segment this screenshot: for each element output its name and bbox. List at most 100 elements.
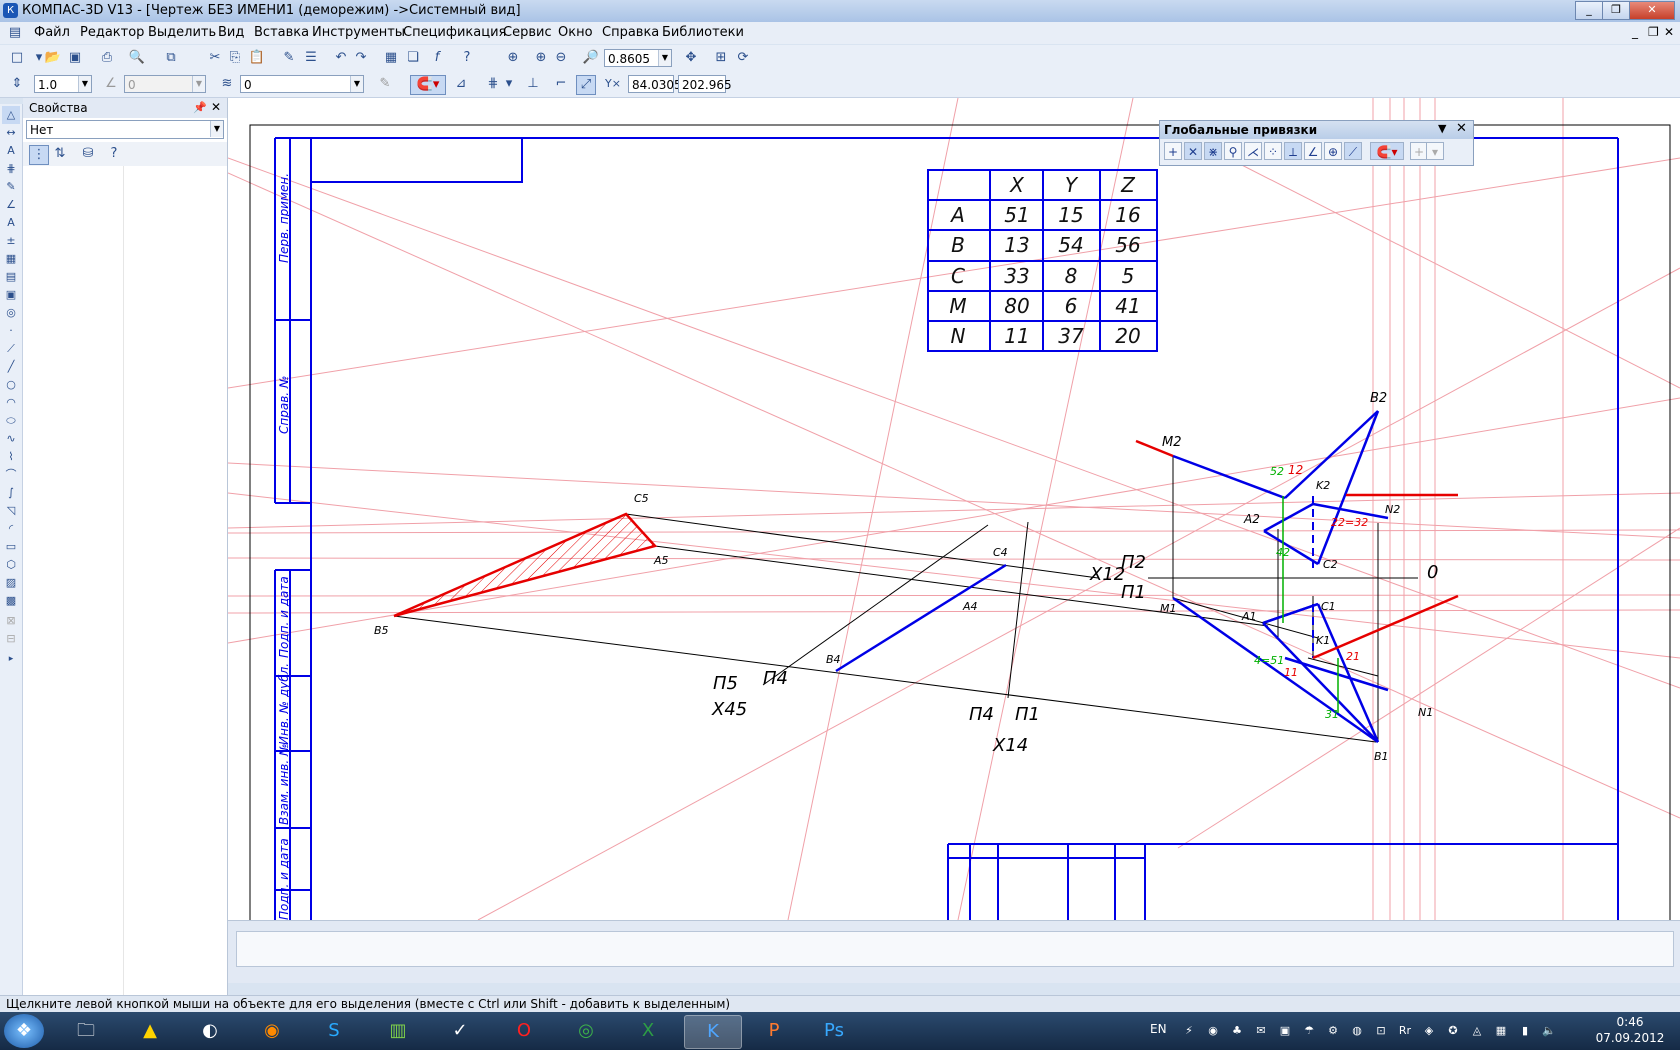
tray-icon[interactable]: ▦ — [1494, 1024, 1508, 1038]
filter-icon[interactable]: ⛁ — [79, 145, 97, 163]
menu-select[interactable]: Выделить — [148, 25, 216, 40]
insert-icon[interactable]: ▣ — [2, 286, 20, 304]
snap-magnet-icon[interactable]: 🧲▾ — [1370, 142, 1404, 160]
aux-line-icon[interactable]: ⟋ — [2, 340, 20, 358]
selection-icon[interactable]: A — [2, 214, 20, 232]
close-icon[interactable]: ✕ — [1456, 121, 1467, 136]
global-snaps-panel[interactable]: Глобальные привязки ▼ ✕ + ✕ ⋇ ⚲ ⋌ ⁘ ⟂ ∠ … — [1159, 120, 1474, 166]
utility-icon[interactable]: ▥ — [370, 1015, 426, 1047]
parameterization-icon[interactable]: ✎ — [2, 178, 20, 196]
snap-dropdown-icon[interactable]: ▾ — [1426, 142, 1444, 160]
kompas-icon[interactable]: K — [684, 1015, 742, 1049]
menu-tools[interactable]: Инструменты — [312, 25, 405, 40]
chevron-down-icon[interactable]: ▼ — [350, 76, 363, 92]
local-cs-icon[interactable]: ⊥ — [524, 75, 542, 93]
coord-y-field[interactable]: 202.965 — [678, 75, 732, 93]
tray-icon[interactable]: ◈ — [1422, 1024, 1436, 1038]
help-icon[interactable]: ? — [105, 145, 123, 163]
hatch-icon[interactable]: ▨ — [2, 574, 20, 592]
menu-window[interactable]: Окно — [558, 25, 593, 40]
cut-icon[interactable]: ✂ — [206, 49, 224, 67]
properties-combo[interactable]: Нет ▼ — [26, 120, 224, 139]
round-icon[interactable]: ⤢ — [576, 75, 596, 95]
tray-icon[interactable]: ⚙ — [1326, 1024, 1340, 1038]
reports-icon[interactable]: ▤ — [2, 268, 20, 286]
ortho-icon[interactable]: ⌐ — [552, 75, 570, 93]
spec-icon[interactable]: ▦ — [2, 250, 20, 268]
open-icon[interactable]: 📂 — [44, 49, 62, 67]
layers-icon[interactable]: ≋ — [218, 75, 236, 93]
properties-icon[interactable]: ☰ — [302, 49, 320, 67]
new-document-icon[interactable]: □ — [8, 49, 26, 67]
menu-file[interactable]: Файл — [34, 25, 70, 40]
tray-icon[interactable]: ✪ — [1446, 1024, 1460, 1038]
skype-icon[interactable]: S — [306, 1015, 362, 1047]
fill-icon[interactable]: ▩ — [2, 592, 20, 610]
tree-icon[interactable]: ⊞ — [712, 49, 730, 67]
tray-icon[interactable]: ◉ — [1206, 1024, 1220, 1038]
local-snap-icon[interactable]: ⊿ — [452, 75, 470, 93]
mdi-minimize-button[interactable]: _ — [1632, 25, 1638, 39]
pin-icon[interactable]: 📌 — [193, 101, 207, 114]
aimp-icon[interactable]: ▲ — [122, 1015, 178, 1047]
tray-icon[interactable]: ⚡ — [1182, 1024, 1196, 1038]
menu-help[interactable]: Справка — [602, 25, 659, 40]
powerpoint-icon[interactable]: P — [746, 1015, 802, 1047]
document-icon[interactable]: ▤ — [6, 24, 24, 42]
snap-tangent-icon[interactable]: ⟋ — [1344, 142, 1362, 160]
tray-icon[interactable]: ♣ — [1230, 1024, 1244, 1038]
measure-icon[interactable]: ∠ — [2, 196, 20, 214]
app-icon[interactable]: ✓ — [432, 1015, 488, 1047]
tray-icon[interactable]: ☂ — [1302, 1024, 1316, 1038]
mdi-close-button[interactable]: ✕ — [1664, 25, 1674, 39]
minimize-button[interactable]: _ — [1575, 1, 1603, 20]
mdi-restore-button[interactable]: ❐ — [1648, 25, 1659, 39]
variables-icon[interactable]: f — [428, 49, 446, 67]
notation-icon[interactable]: A — [2, 142, 20, 160]
tray-icon[interactable]: ⊡ — [1374, 1024, 1388, 1038]
help-pointer-icon[interactable]: ? — [458, 49, 476, 67]
excel-icon[interactable]: X — [620, 1015, 676, 1047]
menu-libraries[interactable]: Библиотеки — [662, 25, 744, 40]
chamfer-icon[interactable]: ◹ — [2, 502, 20, 520]
ellipse-icon[interactable]: ⬭ — [2, 412, 20, 430]
snap-along-icon[interactable]: ⚲ — [1224, 142, 1242, 160]
sort-icon[interactable]: ⇅ — [51, 145, 69, 163]
tray-icon[interactable]: ▣ — [1278, 1024, 1292, 1038]
layer-combo[interactable]: 0 ▼ — [240, 75, 364, 93]
chevron-down-icon[interactable]: ▼ — [1438, 122, 1446, 135]
chevron-down-icon[interactable]: ▼ — [78, 76, 91, 92]
undo-icon[interactable]: ↶ — [332, 49, 350, 67]
snap-angle-2-icon[interactable]: ∠ — [1304, 142, 1322, 160]
copy-icon[interactable]: ⎘ — [226, 49, 244, 67]
angle-combo[interactable]: 0 ▼ — [124, 75, 206, 93]
explorer-icon[interactable]: 🗀 — [58, 1015, 114, 1047]
menu-view[interactable]: Вид — [218, 25, 244, 40]
step-combo[interactable]: 1.0 ▼ — [34, 75, 92, 93]
menu-specification[interactable]: Спецификация — [403, 25, 506, 40]
zoom-scale-icon[interactable]: 🔎 — [582, 49, 600, 67]
menu-service[interactable]: Сервис — [503, 25, 552, 40]
paste-icon[interactable]: 📋 — [248, 49, 266, 67]
zoom-out-icon[interactable]: ⊖ — [552, 49, 570, 67]
drawing-svg[interactable]: Перв. примен. Справ. № Подп. и дата Инв.… — [228, 98, 1680, 920]
volume-icon[interactable]: 🔈 — [1542, 1024, 1556, 1038]
point-icon[interactable]: · — [2, 322, 20, 340]
arc-icon[interactable]: ◠ — [2, 394, 20, 412]
global-snaps-header[interactable]: Глобальные привязки ▼ ✕ — [1160, 121, 1473, 139]
snaps-magnet-icon[interactable]: 🧲▾ — [410, 75, 446, 95]
tray-icon[interactable]: Rr — [1398, 1024, 1412, 1038]
snap-normal-icon[interactable]: ⟂ — [1284, 142, 1302, 160]
chevron-down-icon[interactable]: ▼ — [210, 121, 223, 137]
manager-icon[interactable]: ⧉ — [162, 49, 180, 67]
tray-icon[interactable]: ◍ — [1350, 1024, 1364, 1038]
media-icon[interactable]: ◐ — [182, 1015, 238, 1047]
tray-icon[interactable]: ✉ — [1254, 1024, 1268, 1038]
print-icon[interactable]: ⎙ — [98, 49, 116, 67]
snap-intersection-icon[interactable]: ✕ — [1184, 142, 1202, 160]
redo-icon[interactable]: ↷ — [352, 49, 370, 67]
save-icon[interactable]: ▣ — [66, 49, 84, 67]
polyline-icon[interactable]: ⌇ — [2, 448, 20, 466]
network-icon[interactable]: ▮ — [1518, 1024, 1532, 1038]
styles-icon[interactable]: ✎ — [376, 75, 394, 93]
